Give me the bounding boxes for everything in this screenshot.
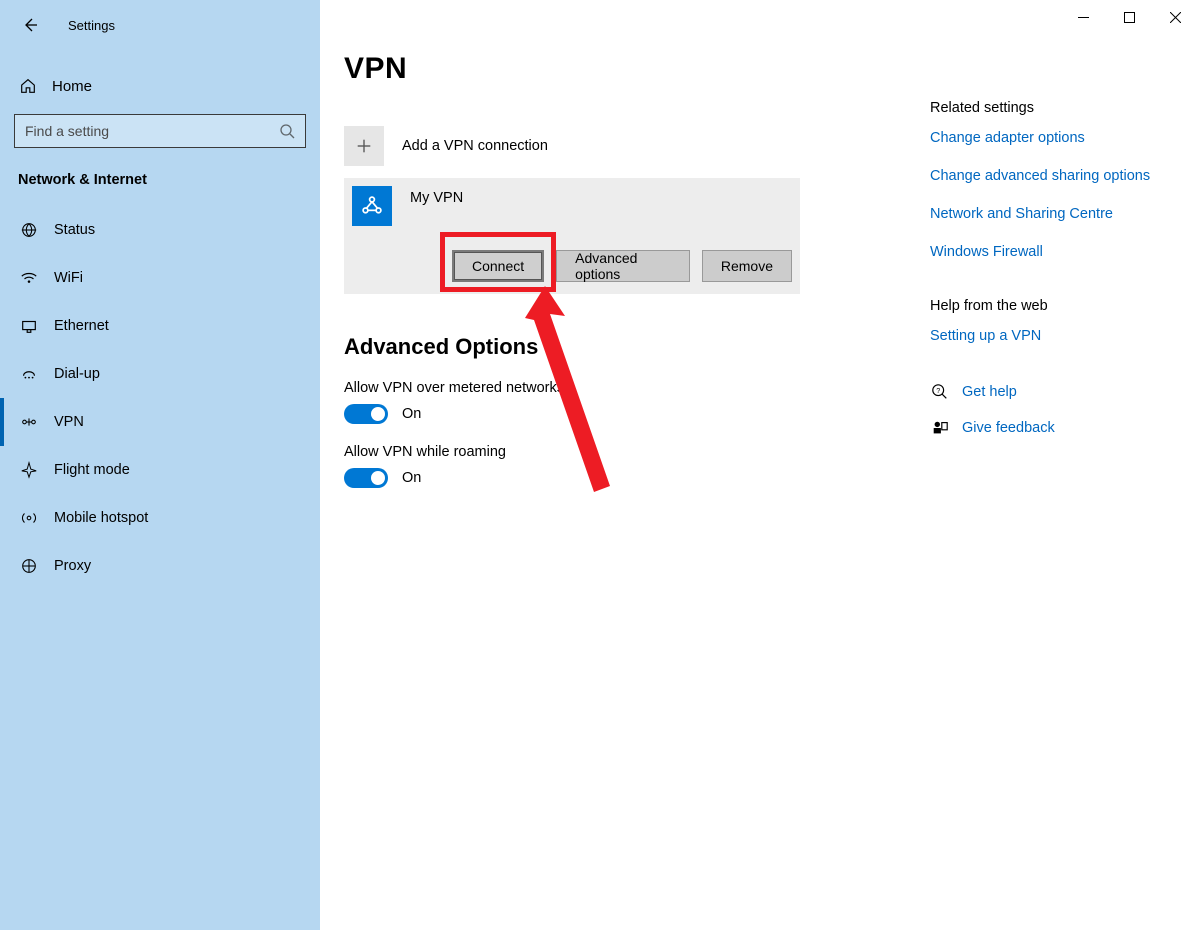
toggle-roaming-state: On (402, 470, 421, 486)
related-settings-heading: Related settings (930, 100, 1170, 116)
sidebar-item-hotspot[interactable]: Mobile hotspot (0, 494, 320, 542)
sidebar-home[interactable]: Home (0, 62, 320, 110)
sidebar-category: Network & Internet (0, 148, 320, 198)
sidebar-item-label: Ethernet (54, 318, 109, 334)
close-button[interactable] (1152, 0, 1198, 34)
link-windows-firewall[interactable]: Windows Firewall (930, 244, 1170, 260)
give-feedback-row[interactable]: Give feedback (930, 418, 1170, 438)
toggle-metered[interactable] (344, 404, 388, 424)
help-from-web-heading: Help from the web (930, 298, 1170, 314)
vpn-entry-name: My VPN (410, 190, 463, 206)
vpn-entry-head: My VPN (352, 186, 792, 226)
sidebar-item-status[interactable]: Status (0, 206, 320, 254)
right-panel: Related settings Change adapter options … (930, 100, 1170, 454)
ethernet-icon (18, 315, 40, 337)
add-vpn-row[interactable]: Add a VPN connection (344, 126, 788, 166)
advanced-options-button[interactable]: Advanced options (556, 250, 690, 282)
search-input[interactable] (25, 123, 279, 139)
sidebar-item-flightmode[interactable]: Flight mode (0, 446, 320, 494)
back-icon[interactable] (20, 15, 40, 35)
hotspot-icon (18, 507, 40, 529)
dialup-icon (18, 363, 40, 385)
page-title: VPN (344, 52, 1198, 86)
link-adapter-options[interactable]: Change adapter options (930, 130, 1170, 146)
home-icon (18, 76, 38, 96)
sidebar-item-dialup[interactable]: Dial-up (0, 350, 320, 398)
wifi-icon (18, 267, 40, 289)
window-controls (1060, 0, 1198, 34)
sidebar-item-label: Proxy (54, 558, 91, 574)
help-icon: ? (930, 382, 950, 402)
home-label: Home (52, 78, 92, 95)
svg-text:?: ? (936, 386, 940, 395)
toggle-metered-state: On (402, 406, 421, 422)
vpn-actions: Connect Advanced options Remove (452, 250, 792, 282)
status-icon (18, 219, 40, 241)
remove-button[interactable]: Remove (702, 250, 792, 282)
nav-list: Status WiFi Ethernet Dial-up VPN (0, 206, 320, 590)
link-network-sharing-centre[interactable]: Network and Sharing Centre (930, 206, 1170, 222)
plus-icon (344, 126, 384, 166)
search-icon (279, 123, 295, 139)
search-box[interactable] (14, 114, 306, 148)
sidebar-item-label: Mobile hotspot (54, 510, 148, 526)
search-wrap (0, 114, 320, 148)
window-title: Settings (68, 18, 115, 33)
sidebar: Settings Home Network & Internet Status … (0, 0, 320, 930)
add-vpn-label: Add a VPN connection (402, 138, 548, 154)
titlebar-left: Settings (0, 10, 320, 40)
feedback-icon (930, 418, 950, 438)
sidebar-item-vpn[interactable]: VPN (0, 398, 320, 446)
sidebar-item-ethernet[interactable]: Ethernet (0, 302, 320, 350)
minimize-button[interactable] (1060, 0, 1106, 34)
give-feedback-link[interactable]: Give feedback (962, 420, 1055, 436)
connect-button[interactable]: Connect (452, 250, 544, 282)
sidebar-item-label: WiFi (54, 270, 83, 286)
proxy-icon (18, 555, 40, 577)
maximize-button[interactable] (1106, 0, 1152, 34)
vpn-entry-card[interactable]: My VPN Connect Advanced options Remove (344, 178, 800, 294)
toggle-roaming[interactable] (344, 468, 388, 488)
sidebar-item-label: VPN (54, 414, 84, 430)
sidebar-item-label: Flight mode (54, 462, 130, 478)
get-help-link[interactable]: Get help (962, 384, 1017, 400)
link-sharing-options[interactable]: Change advanced sharing options (930, 168, 1170, 184)
airplane-icon (18, 459, 40, 481)
vpn-icon (18, 411, 40, 433)
sidebar-item-wifi[interactable]: WiFi (0, 254, 320, 302)
vpn-tile-icon (352, 186, 392, 226)
link-setting-up-vpn[interactable]: Setting up a VPN (930, 328, 1170, 344)
sidebar-item-label: Dial-up (54, 366, 100, 382)
sidebar-item-label: Status (54, 222, 95, 238)
get-help-row[interactable]: ? Get help (930, 382, 1170, 402)
sidebar-item-proxy[interactable]: Proxy (0, 542, 320, 590)
